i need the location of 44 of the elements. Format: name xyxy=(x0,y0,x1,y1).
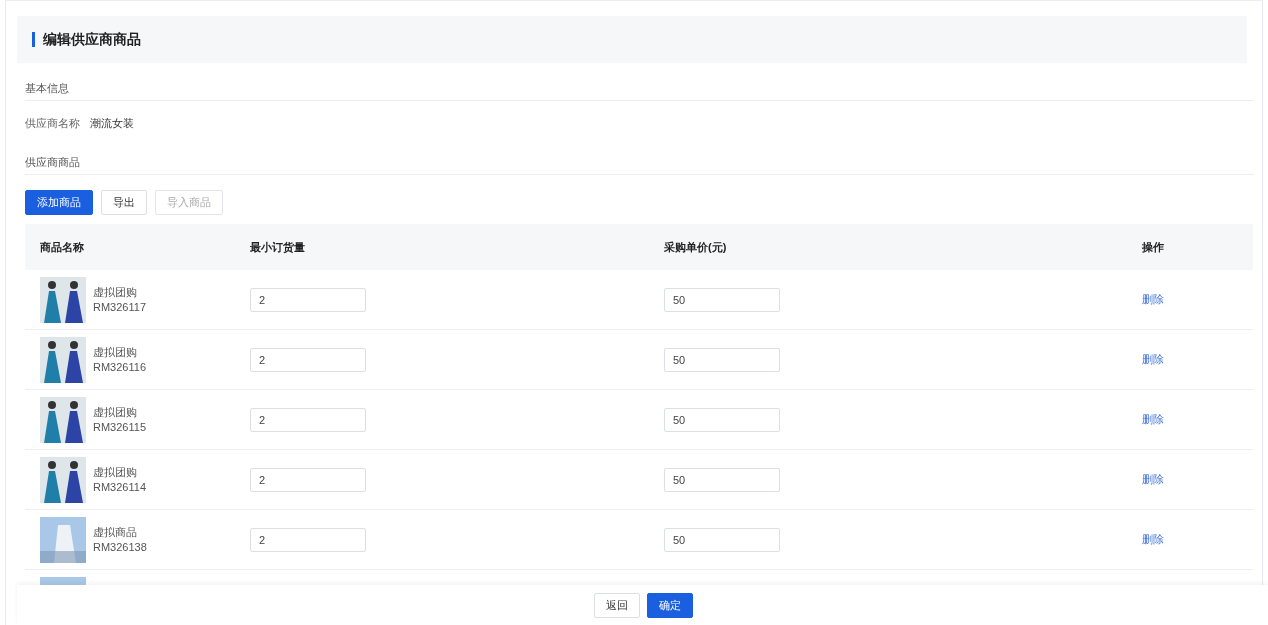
photo-placeholder xyxy=(40,396,86,443)
delete-link[interactable]: 删除 xyxy=(1142,533,1164,545)
photo-placeholder xyxy=(40,336,86,383)
price-input[interactable]: 50 xyxy=(664,467,780,492)
page-title: 编辑供应商商品 xyxy=(43,30,141,49)
price-input[interactable]: 50 xyxy=(664,347,780,372)
product-code: RM326138 xyxy=(93,539,147,555)
product-name: 虚拟团购 xyxy=(93,344,138,360)
product-name: 虚拟商品 xyxy=(93,524,138,540)
price-input[interactable]: 50 xyxy=(664,287,780,312)
photo-placeholder xyxy=(40,276,86,323)
delete-link[interactable]: 删除 xyxy=(1142,293,1164,305)
section-title: 供应商商品 xyxy=(25,137,1254,175)
min-quantity-input[interactable]: 2 xyxy=(250,407,366,432)
min-quantity-input[interactable]: 2 xyxy=(250,467,366,492)
price-input[interactable]: 50 xyxy=(664,407,780,432)
section-title: 基本信息 xyxy=(25,63,1254,101)
footer-button[interactable]: 返回 xyxy=(593,592,640,618)
field-value: 潮流女装 xyxy=(90,116,134,131)
title-accent-bar xyxy=(32,32,35,47)
toolbar-button[interactable]: 添加商品 xyxy=(25,190,93,215)
delete-link[interactable]: 删除 xyxy=(1142,473,1164,485)
product-name: 虚拟团购 xyxy=(93,404,138,420)
field-label: 供应商名称 xyxy=(25,116,80,131)
product-name: 虚拟团购 xyxy=(93,464,138,480)
product-name: 虚拟团购 xyxy=(93,284,138,300)
column-header: 最小订货量 xyxy=(250,224,664,270)
product-code: RM326115 xyxy=(93,419,146,435)
product-code: RM326117 xyxy=(93,299,146,315)
delete-link[interactable]: 删除 xyxy=(1142,413,1164,425)
photo-placeholder xyxy=(40,456,86,503)
photo-placeholder xyxy=(40,516,86,563)
column-header: 采购单价(元) xyxy=(664,224,1142,270)
column-header: 操作 xyxy=(1142,224,1253,270)
min-quantity-input[interactable]: 2 xyxy=(250,287,366,312)
price-input[interactable]: 50 xyxy=(664,527,780,552)
product-code: RM326114 xyxy=(93,479,146,495)
column-header: 商品名称 xyxy=(25,224,250,270)
footer-button[interactable]: 确定 xyxy=(646,592,693,618)
toolbar-button[interactable]: 导出 xyxy=(101,190,147,215)
min-quantity-input[interactable]: 2 xyxy=(250,527,366,552)
min-quantity-input[interactable]: 2 xyxy=(250,347,366,372)
delete-link[interactable]: 删除 xyxy=(1142,353,1164,365)
product-code: RM326116 xyxy=(93,359,146,375)
